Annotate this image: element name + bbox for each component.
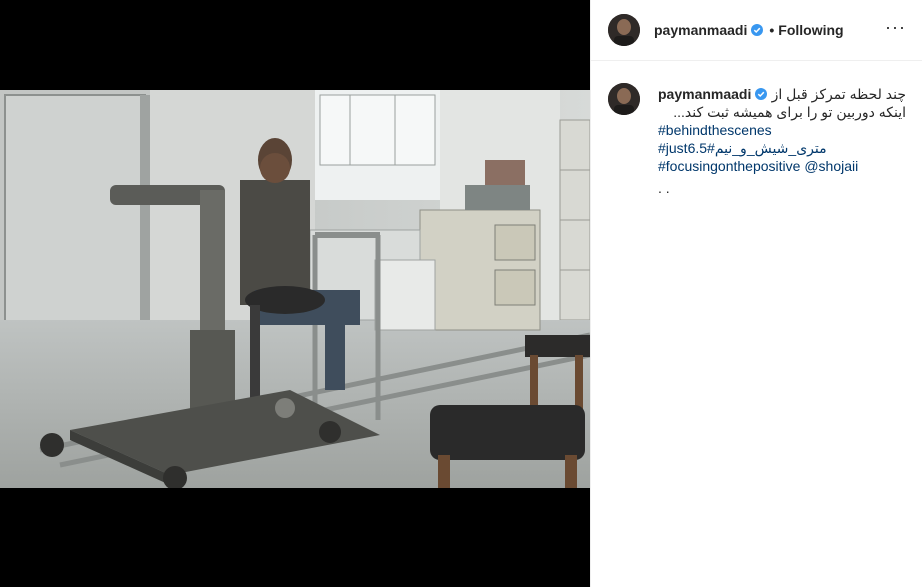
header-username[interactable]: paymanmaadi [654, 22, 747, 38]
avatar[interactable] [608, 14, 640, 46]
hashtag-link[interactable]: #behindthescenes [658, 121, 906, 139]
caption-tail: . . [658, 180, 670, 196]
post-caption: paymanmaadi چند لحظه تمرکز قبل از اینکه … [591, 61, 922, 197]
avatar[interactable] [608, 83, 640, 115]
post-photo[interactable] [0, 90, 590, 488]
post-media[interactable] [0, 0, 590, 587]
verified-badge-icon [751, 24, 764, 36]
post-header: paymanmaadi • Following ··· [591, 0, 922, 61]
behind-the-scenes-photo [0, 90, 590, 488]
following-button[interactable]: Following [778, 22, 843, 38]
caption-username[interactable]: paymanmaadi [658, 85, 751, 103]
profile-picture-icon [608, 14, 640, 46]
hashtag-link[interactable]: #just6.5#متری_شیش_و_نیم [658, 139, 906, 157]
header-separator: • [769, 22, 775, 38]
more-options-icon[interactable]: ··· [885, 18, 906, 38]
caption-text-line-1: چند لحظه تمرکز قبل از [771, 86, 906, 102]
caption-text-line-2: اینکه دوربین تو را برای همیشه ثبت کند... [673, 104, 906, 120]
caption-body: paymanmaadi چند لحظه تمرکز قبل از اینکه … [658, 85, 906, 197]
profile-picture-icon [608, 83, 640, 115]
hashtag-link[interactable]: #focusingonthepositive @shojaii [658, 157, 906, 175]
verified-badge-icon [755, 88, 768, 100]
post-side-panel: paymanmaadi • Following ··· paymanmaadi [590, 0, 922, 587]
